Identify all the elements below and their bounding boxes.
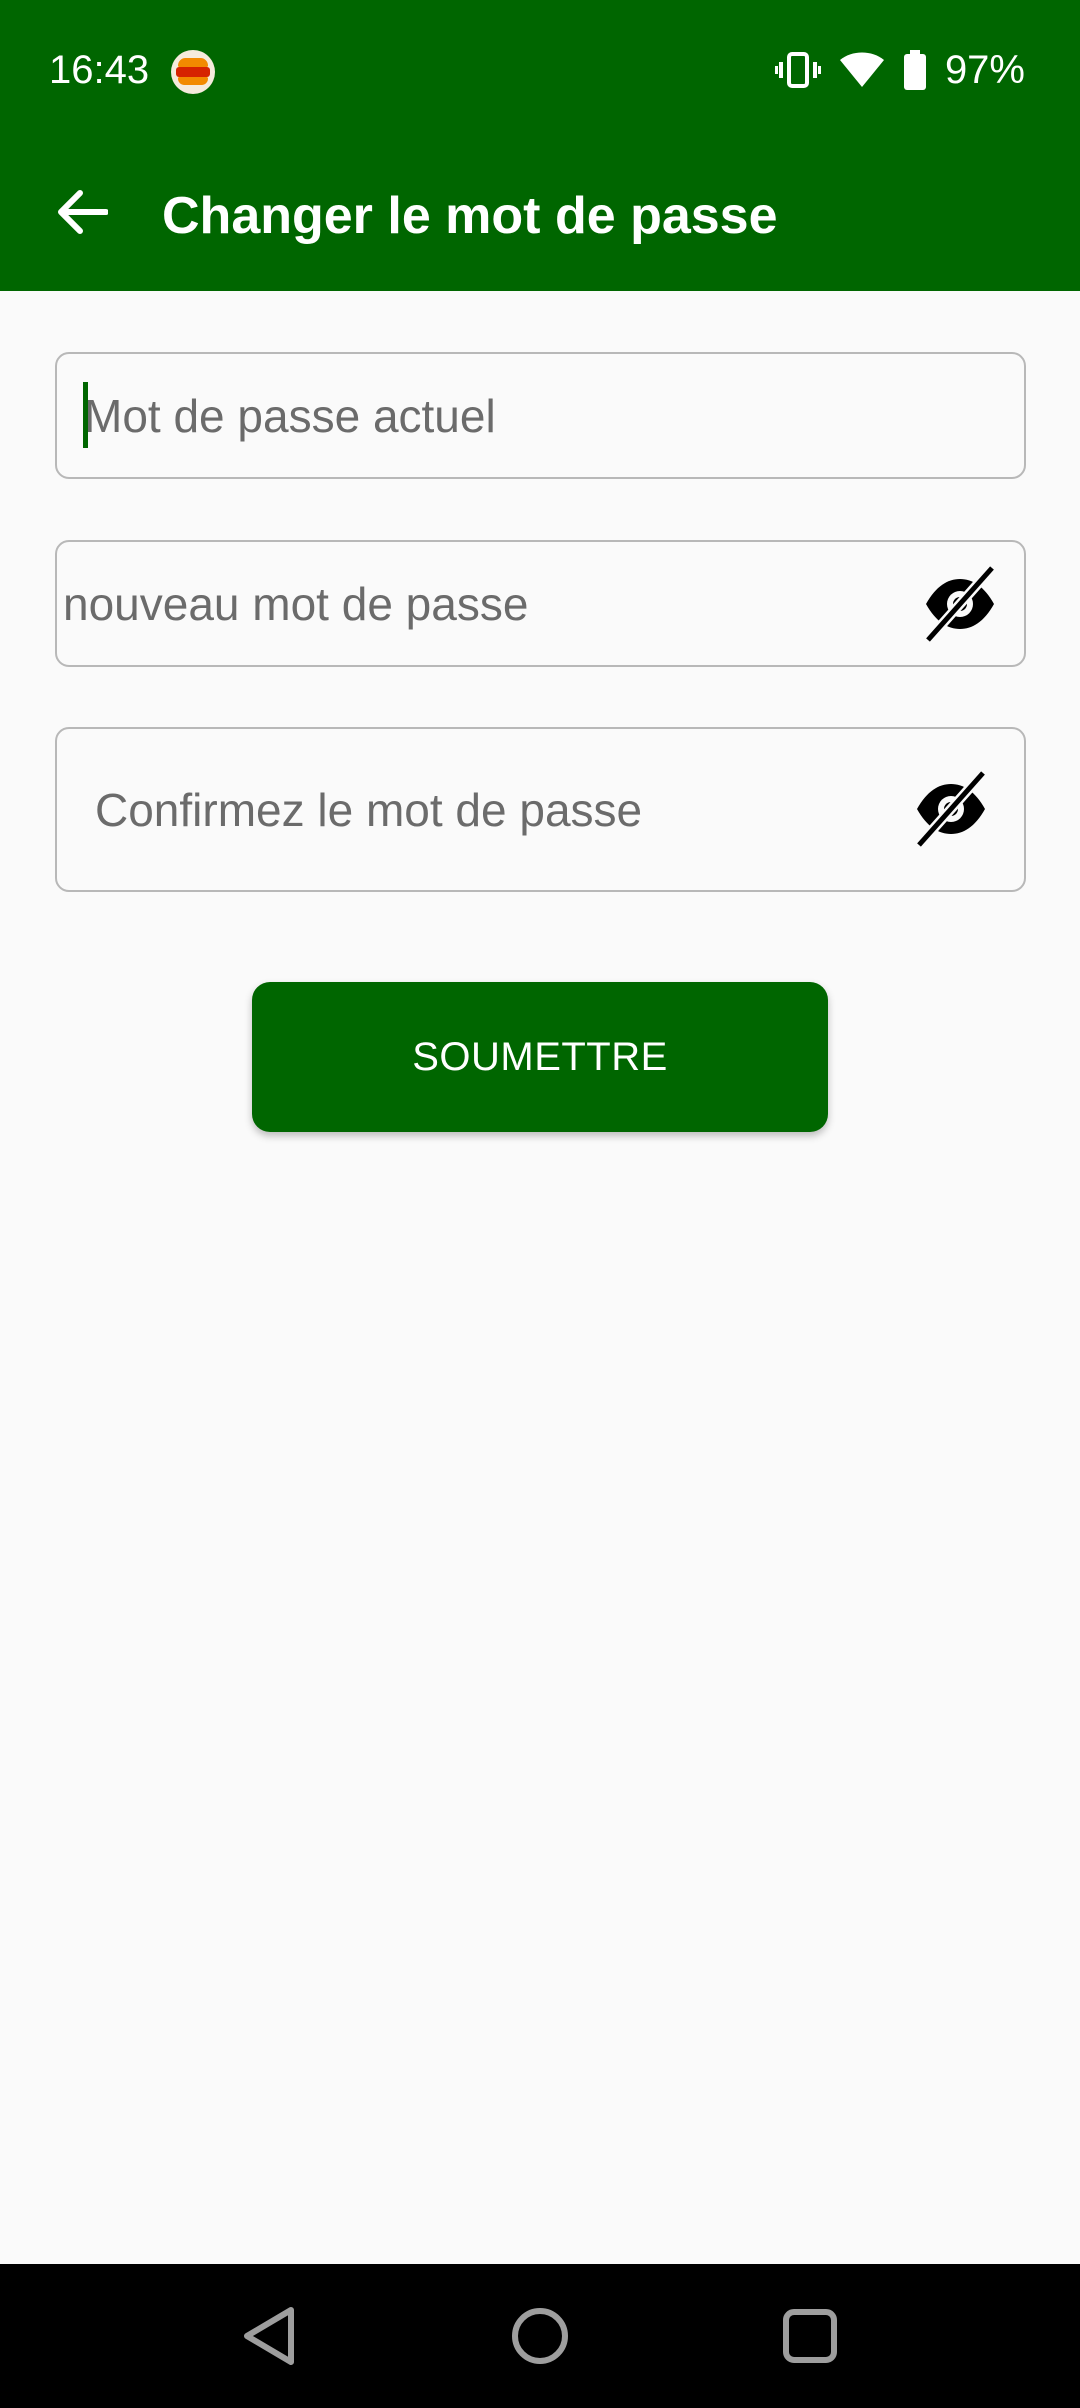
eye-off-icon [924, 566, 996, 642]
confirm-password-visibility-toggle[interactable] [909, 767, 993, 851]
home-circle-icon [512, 2308, 568, 2364]
wifi-icon [839, 52, 884, 87]
status-icons: 97% [774, 46, 1025, 94]
page-title: Changer le mot de passe [162, 187, 778, 245]
current-password-input[interactable] [57, 354, 1024, 477]
back-button[interactable] [40, 170, 124, 254]
confirm-password-input[interactable] [57, 729, 1024, 890]
back-triangle-icon [244, 2307, 294, 2365]
new-password-field[interactable] [55, 540, 1026, 667]
new-password-input[interactable] [57, 542, 1024, 665]
vibrate-icon [774, 52, 821, 88]
text-cursor [83, 382, 88, 448]
burger-king-notification-icon [171, 50, 215, 94]
battery-percentage: 97% [944, 48, 1025, 92]
arrow-left-icon [58, 190, 108, 234]
recents-square-icon [783, 2309, 837, 2363]
system-navigation-bar [0, 2264, 1080, 2408]
new-password-visibility-toggle[interactable] [918, 562, 1002, 646]
status-time: 16:43 [49, 48, 150, 92]
nav-home-button[interactable] [490, 2286, 590, 2386]
battery-icon [903, 50, 926, 90]
confirm-password-field[interactable] [55, 727, 1026, 892]
submit-button[interactable]: SOUMETTRE [252, 982, 828, 1132]
eye-off-icon [915, 771, 987, 847]
app-bar: Changer le mot de passe [0, 140, 1080, 291]
current-password-field[interactable] [55, 352, 1026, 479]
nav-back-button[interactable] [219, 2286, 319, 2386]
status-bar: 16:43 97% [0, 0, 1080, 140]
nav-recents-button[interactable] [760, 2286, 860, 2386]
app-header: 16:43 97% Changer le mot de passe [0, 0, 1080, 291]
